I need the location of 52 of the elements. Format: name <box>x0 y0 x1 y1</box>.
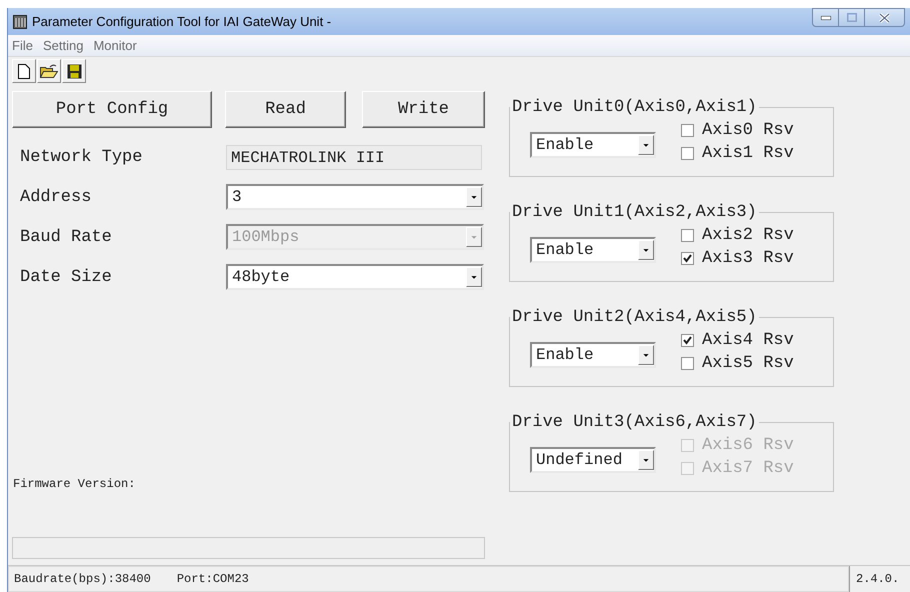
dropdown[interactable]: Enable <box>530 237 656 263</box>
dropdown[interactable]: Undefined <box>530 447 656 473</box>
app-icon <box>13 14 27 28</box>
checkbox-label: Axis5 Rsv <box>702 354 794 373</box>
checkbox-label: Axis7 Rsv <box>702 459 794 478</box>
checkbox-label: Axis3 Rsv <box>702 249 794 268</box>
field-label: Baud Rate <box>20 228 113 246</box>
checkbox-label: Axis1 Rsv <box>702 144 794 163</box>
checkbox[interactable] <box>681 334 694 347</box>
open-folder-icon <box>40 64 58 78</box>
field-label: Network Type <box>20 148 144 166</box>
group-title: Drive Unit3(Axis6,Axis7) <box>511 413 758 432</box>
checkbox-label: Axis6 Rsv <box>702 436 794 455</box>
version-text: 2.4.0. <box>856 572 900 586</box>
checkbox[interactable] <box>681 147 694 160</box>
checkbox-label: Axis0 Rsv <box>702 121 794 140</box>
maximize-icon <box>846 13 856 22</box>
field-label: Address <box>20 188 92 206</box>
checkbox-label: Axis2 Rsv <box>702 226 794 245</box>
text-field[interactable]: MECHATROLINK III <box>226 144 482 170</box>
new-file-icon <box>18 64 30 78</box>
toolbar-button[interactable] <box>62 59 86 83</box>
dropdown[interactable]: Enable <box>530 132 656 158</box>
checkbox[interactable] <box>681 357 694 370</box>
group-title: Drive Unit2(Axis4,Axis5) <box>511 308 758 327</box>
menu-item[interactable]: File <box>12 38 33 53</box>
checkbox[interactable] <box>681 124 694 137</box>
toolbar-button[interactable] <box>12 59 36 83</box>
minimize-icon <box>820 16 830 20</box>
close-icon <box>879 12 890 22</box>
toolbar-button[interactable] <box>37 59 61 83</box>
checkbox[interactable] <box>681 229 694 242</box>
dropdown[interactable]: 48byte <box>226 264 484 290</box>
status-text: Port:COM23 <box>176 572 249 586</box>
action-button[interactable]: Write <box>362 91 485 128</box>
action-button[interactable]: Port Config <box>12 91 212 128</box>
group-title: Drive Unit1(Axis2,Axis3) <box>511 203 758 222</box>
menu-item[interactable]: Monitor <box>93 38 137 53</box>
checkbox[interactable] <box>681 252 694 265</box>
group-title: Drive Unit0(Axis0,Axis1) <box>511 98 758 117</box>
dropdown[interactable]: 3 <box>226 184 484 210</box>
window-title: Parameter Configuration Tool for IAI GateWay Unit - <box>32 14 332 29</box>
close-button[interactable] <box>865 8 905 27</box>
checkbox-label: Axis4 Rsv <box>702 331 794 350</box>
action-button[interactable]: Read <box>225 91 346 128</box>
minimize-button[interactable] <box>812 8 839 27</box>
save-icon <box>66 64 82 78</box>
field-label: Date Size <box>20 268 113 286</box>
firmware-version-label: Firmware Version: <box>12 477 136 491</box>
dropdown[interactable]: Enable <box>530 342 656 368</box>
status-text: Baudrate(bps):38400 <box>14 572 151 586</box>
menu-item[interactable]: Setting <box>42 38 84 53</box>
